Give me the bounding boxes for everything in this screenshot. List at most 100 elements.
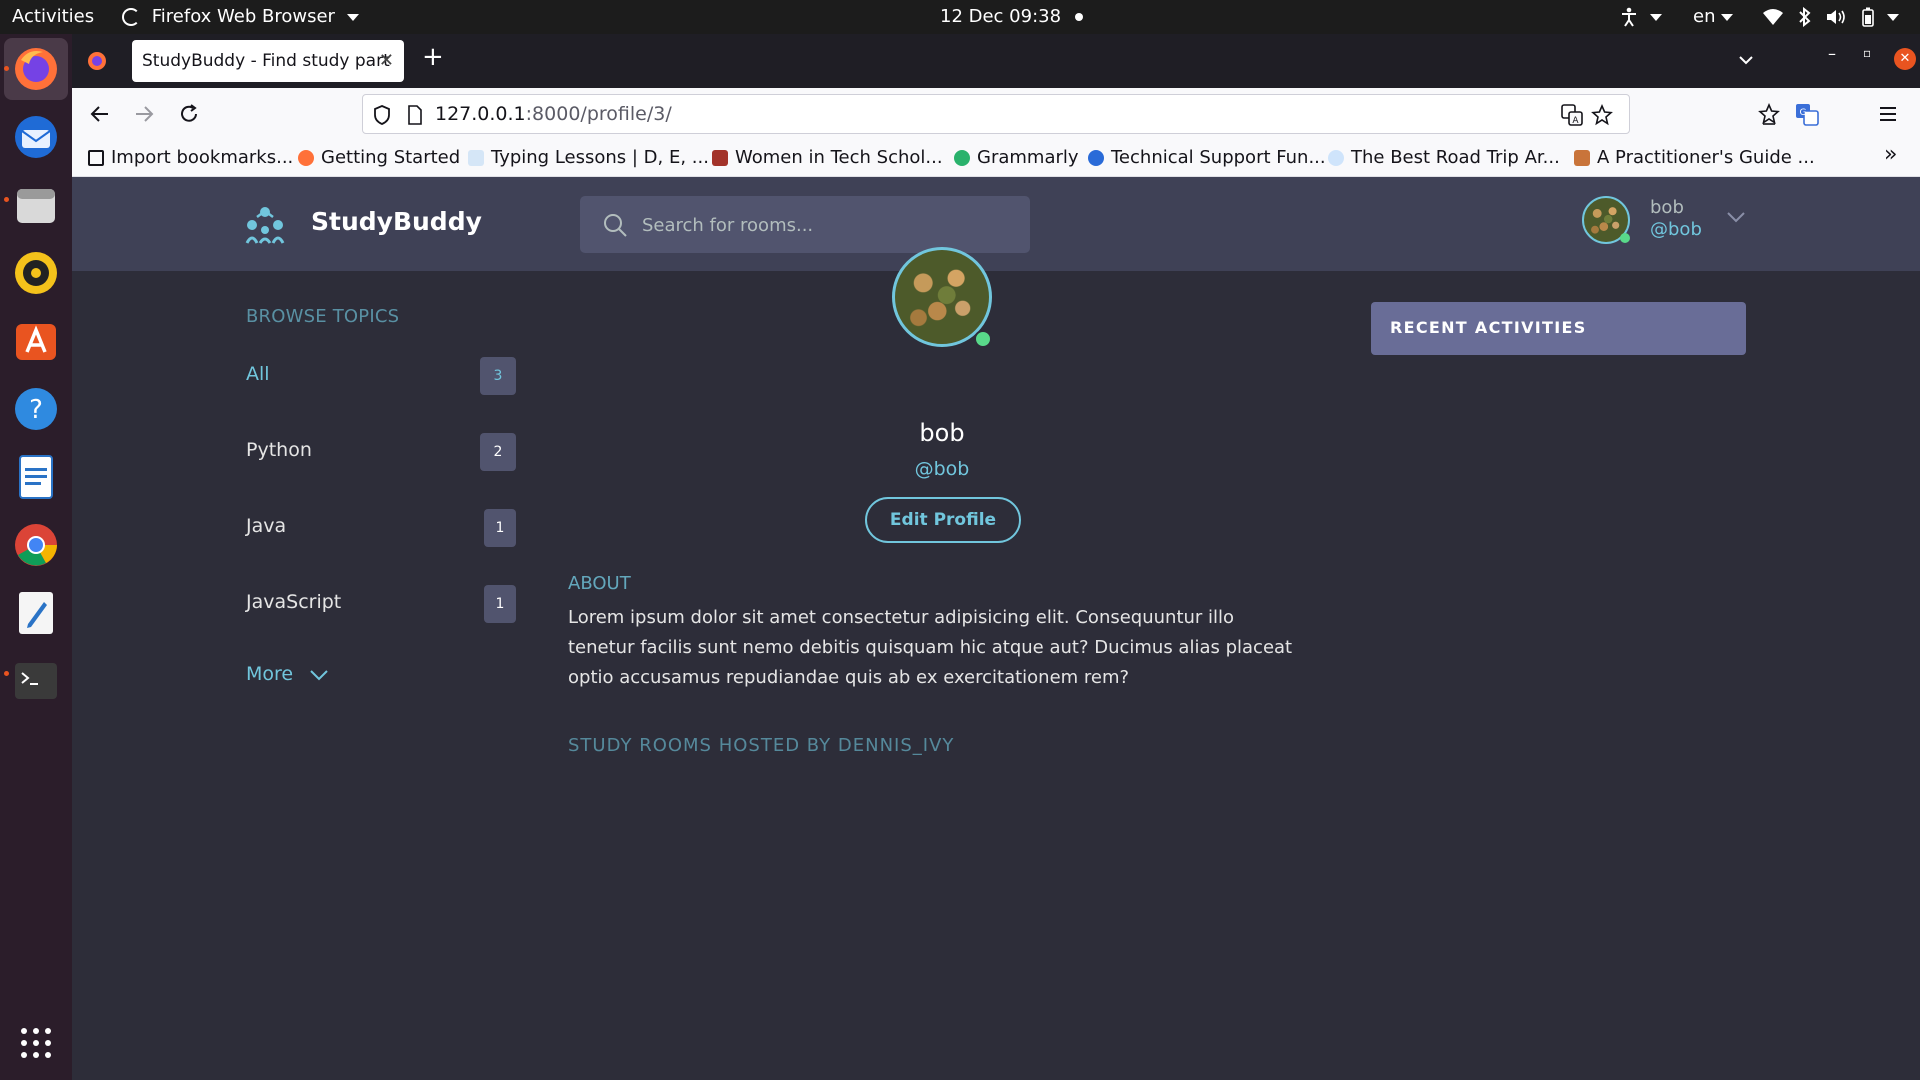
tab-bar: StudyBuddy - Find study part ✕ + – ▫ ✕ <box>72 34 1920 88</box>
url-text: 127.0.0.1:8000/profile/3/ <box>435 95 672 133</box>
back-arrow-icon[interactable] <box>90 104 110 124</box>
app-menu[interactable]: Firefox Web Browser <box>122 0 359 34</box>
profile-name: bob <box>919 419 965 447</box>
system-top-bar: Activities Firefox Web Browser 12 Dec 09… <box>0 0 1920 34</box>
translate-extension-icon[interactable]: G <box>1795 102 1819 126</box>
chevron-down-icon <box>1721 13 1734 21</box>
svg-text:?: ? <box>29 395 43 425</box>
clock[interactable]: 12 Dec 09:38 <box>940 0 1084 34</box>
writer-dock-icon[interactable] <box>11 452 61 502</box>
room-search[interactable] <box>580 196 1030 255</box>
files-dock-icon[interactable] <box>11 180 61 230</box>
more-label: More <box>246 663 294 685</box>
bookmark-label: Typing Lessons | D, E, ... <box>491 147 709 168</box>
software-center-dock-icon[interactable] <box>11 316 61 366</box>
svg-text:A: A <box>1572 116 1579 126</box>
accessibility-menu[interactable] <box>1620 0 1662 34</box>
search-input[interactable] <box>640 196 1014 255</box>
bookmark-item[interactable]: A Practitioner's Guide ... <box>1574 140 1815 176</box>
url-host: 127.0.0.1 <box>435 103 526 125</box>
bookmark-item[interactable]: Women in Tech Schol... <box>712 140 943 176</box>
shield-icon <box>712 150 728 166</box>
topic-label: All <box>246 363 270 385</box>
close-icon[interactable]: ✕ <box>379 40 394 82</box>
topic-java[interactable]: Java 1 <box>246 509 516 549</box>
navigation-bar: 127.0.0.1:8000/profile/3/ A G <box>72 88 1920 140</box>
tracking-shield-icon[interactable] <box>373 105 391 125</box>
profile-handle: @bob <box>914 458 970 480</box>
dock: ? <box>0 34 72 1080</box>
firefox-icon <box>298 150 314 166</box>
system-status-menu[interactable] <box>1762 0 1899 34</box>
bookmarks-overflow-icon[interactable]: » <box>1884 142 1897 167</box>
translate-icon[interactable]: A <box>1561 104 1583 126</box>
firefox-dock-icon[interactable] <box>11 44 61 94</box>
topic-label: Python <box>246 439 312 461</box>
header-user-handle: @bob <box>1650 219 1702 240</box>
activities-button[interactable]: Activities <box>12 0 94 34</box>
reload-icon[interactable] <box>178 103 200 125</box>
hamburger-menu-icon[interactable] <box>1878 105 1898 123</box>
bookmark-item[interactable]: Import bookmarks... <box>88 140 293 176</box>
import-icon <box>88 150 104 166</box>
chrome-dock-icon[interactable] <box>11 520 61 570</box>
edit-profile-button[interactable]: Edit Profile <box>865 497 1021 543</box>
topic-count-badge: 2 <box>480 433 516 471</box>
studybuddy-logo-icon[interactable] <box>243 205 287 245</box>
forward-arrow-icon[interactable] <box>134 104 154 124</box>
language-menu[interactable]: en <box>1693 0 1734 34</box>
app-menu-label: Firefox Web Browser <box>151 6 335 27</box>
window-close-icon[interactable]: ✕ <box>1894 48 1916 70</box>
topic-count-badge: 1 <box>484 585 516 623</box>
about-text: Lorem ipsum dolor sit amet consectetur a… <box>568 607 1293 688</box>
bookmark-label: A Practitioner's Guide ... <box>1597 147 1815 168</box>
minimize-icon[interactable]: – <box>1828 44 1836 63</box>
topic-python[interactable]: Python 2 <box>246 433 516 473</box>
app-header: StudyBuddy bob @bob <box>72 177 1920 271</box>
bookmark-label: Getting Started <box>321 147 461 168</box>
new-tab-icon[interactable]: + <box>422 42 444 72</box>
page-info-icon[interactable] <box>407 105 423 125</box>
bookmark-label: Grammarly <box>977 147 1079 168</box>
show-apps-grid-icon[interactable] <box>11 1018 61 1068</box>
url-bar[interactable]: 127.0.0.1:8000/profile/3/ A <box>362 94 1630 134</box>
grammarly-icon <box>954 150 970 166</box>
user-menu-chevron-icon[interactable] <box>1726 211 1746 223</box>
firefox-small-icon <box>122 8 140 26</box>
pocket-icon[interactable] <box>1758 103 1780 125</box>
bookmark-item[interactable]: The Best Road Trip Ar... <box>1328 140 1560 176</box>
bookmark-label: Women in Tech Schol... <box>735 147 943 168</box>
bookmark-label: Import bookmarks... <box>111 147 294 168</box>
thunderbird-dock-icon[interactable] <box>11 112 61 162</box>
firefox-view-icon[interactable] <box>86 50 108 72</box>
bookmark-item[interactable]: Getting Started <box>298 140 460 176</box>
running-indicator-icon <box>4 66 9 71</box>
about-heading: ABOUT <box>568 573 631 594</box>
more-topics-link[interactable]: More <box>246 663 329 685</box>
person-icon <box>1574 150 1590 166</box>
chevron-down-icon <box>1649 13 1662 21</box>
bookmark-star-icon[interactable] <box>1591 104 1613 126</box>
bookmark-item[interactable]: Typing Lessons | D, E, ... <box>468 140 709 176</box>
topic-all[interactable]: All 3 <box>246 357 516 397</box>
list-tabs-icon[interactable] <box>1738 54 1754 66</box>
header-user-name: bob <box>1650 197 1684 218</box>
tab-studybuddy[interactable]: StudyBuddy - Find study part ✕ <box>132 40 404 82</box>
topic-javascript[interactable]: JavaScript 1 <box>246 585 516 625</box>
help-dock-icon[interactable]: ? <box>11 384 61 434</box>
hosted-rooms-heading: STUDY ROOMS HOSTED BY DENNIS_IVY <box>568 735 955 756</box>
rhythmbox-dock-icon[interactable] <box>11 248 61 298</box>
restore-icon[interactable]: ▫ <box>1863 46 1871 60</box>
topic-label: Java <box>246 515 287 537</box>
notification-dot-icon <box>1075 13 1084 21</box>
bookmark-item[interactable]: Technical Support Fun... <box>1088 140 1326 176</box>
search-icon <box>604 214 627 237</box>
brand-name[interactable]: StudyBuddy <box>311 207 482 236</box>
bookmark-item[interactable]: Grammarly <box>954 140 1079 176</box>
svg-text:G: G <box>1800 108 1807 118</box>
terminal-dock-icon[interactable] <box>11 656 61 706</box>
tab-title: StudyBuddy - Find study part <box>142 51 390 71</box>
running-indicator-icon <box>4 197 9 202</box>
wifi-icon <box>1763 9 1783 25</box>
text-editor-dock-icon[interactable] <box>11 588 61 638</box>
